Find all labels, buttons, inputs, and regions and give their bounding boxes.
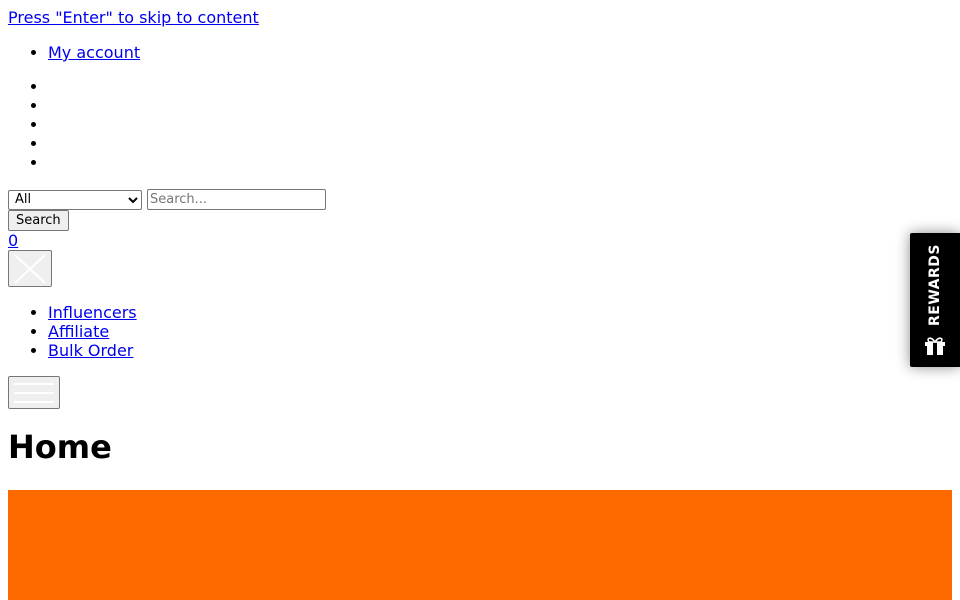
main-nav: Influencers Affiliate Bulk Order	[8, 303, 137, 360]
search-input[interactable]	[147, 189, 326, 210]
account-menu-item: My account	[48, 43, 140, 62]
nav-item-affiliate: Affiliate	[48, 322, 137, 341]
close-icon	[14, 253, 46, 284]
rewards-label: REWARDS	[926, 244, 943, 326]
search-button[interactable]: Search	[8, 210, 69, 231]
hamburger-menu-button[interactable]	[8, 376, 60, 409]
my-account-link[interactable]: My account	[48, 43, 140, 62]
rewards-launcher[interactable]: REWARDS	[910, 233, 960, 367]
skip-to-content-link[interactable]: Press "Enter" to skip to content	[8, 8, 259, 27]
page: Press "Enter" to skip to content My acco…	[0, 0, 960, 600]
category-select[interactable]: All	[8, 189, 142, 210]
nav-link-bulk-order[interactable]: Bulk Order	[48, 341, 133, 360]
page-title: Home	[8, 428, 112, 466]
nav-item-influencers: Influencers	[48, 303, 137, 322]
search-form: All	[8, 189, 326, 210]
nav-item-bulk-order: Bulk Order	[48, 341, 137, 360]
gift-icon	[925, 337, 945, 355]
nav-link-affiliate[interactable]: Affiliate	[48, 322, 109, 341]
cart-count-link[interactable]: 0	[8, 231, 18, 250]
hero-banner	[8, 490, 952, 600]
nav-link-influencers[interactable]: Influencers	[48, 303, 137, 322]
close-button[interactable]	[8, 250, 52, 287]
social-links-list	[8, 77, 48, 172]
hamburger-menu-icon	[14, 382, 54, 403]
account-menu: My account	[8, 43, 140, 62]
